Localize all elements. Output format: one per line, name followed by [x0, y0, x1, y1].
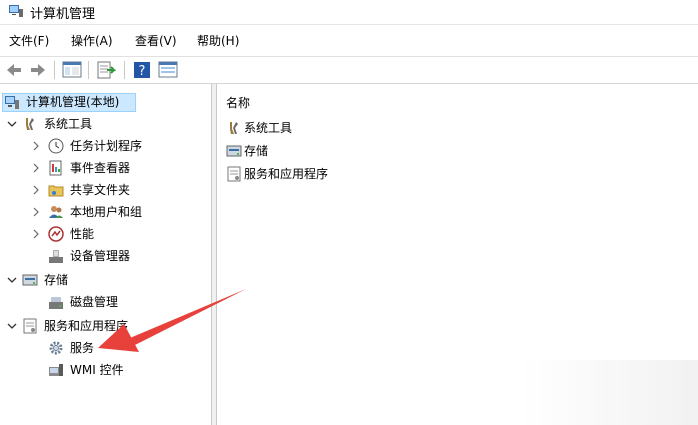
disk-icon: [49, 297, 63, 309]
tree-item-label: 系统工具: [44, 117, 93, 131]
chevron-down-icon[interactable]: [6, 316, 18, 336]
tree-item-label: 服务和应用程序: [44, 319, 129, 333]
chevron-down-icon[interactable]: [6, 114, 18, 134]
show-hide-tree-icon[interactable]: [62, 60, 82, 80]
list-item-label: 系统工具: [244, 121, 293, 135]
tree-item-local-users[interactable]: 本地用户和组: [4, 202, 204, 222]
tree-item-event-viewer[interactable]: 事件查看器: [4, 158, 204, 178]
toolbar-separator: [54, 61, 55, 79]
corner-fade: [520, 360, 698, 425]
tree-item-label: 设备管理器: [70, 249, 131, 263]
chevron-right-icon[interactable]: [30, 202, 42, 222]
shared-folder-icon: [48, 185, 64, 197]
back-icon[interactable]: [4, 60, 24, 80]
computer-management-icon: [9, 5, 23, 17]
chevron-right-icon[interactable]: [30, 224, 42, 244]
tree-item-label: 计算机管理(本地): [26, 95, 120, 109]
toolbar-separator: [124, 61, 125, 79]
tree-item-services[interactable]: 服务: [4, 338, 204, 358]
performance-icon: [48, 226, 64, 242]
clock-icon: [48, 138, 64, 154]
export-list-icon[interactable]: [96, 60, 116, 80]
tree-item-label: 本地用户和组: [70, 205, 143, 219]
tree-item-wmi-control[interactable]: WMI 控件: [4, 360, 204, 380]
tree-item-device-manager[interactable]: 设备管理器: [4, 246, 204, 266]
title-separator: [0, 24, 698, 25]
tree-item-services-and-apps[interactable]: 服务和应用程序: [4, 316, 204, 336]
menu-action[interactable]: 操作(A): [69, 32, 115, 49]
tree-item-label: 事件查看器: [70, 161, 131, 175]
toolbar-separator: [88, 61, 89, 79]
toolbar: ?: [0, 56, 698, 84]
chevron-right-icon[interactable]: [30, 180, 42, 200]
chevron-down-icon[interactable]: [6, 270, 18, 290]
chevron-right-icon[interactable]: [30, 136, 42, 156]
event-log-icon: [49, 160, 62, 176]
tree-item-root[interactable]: 计算机管理(本地): [4, 92, 204, 112]
tree-item-task-scheduler[interactable]: 任务计划程序: [4, 136, 204, 156]
computer-management-icon: [5, 96, 19, 109]
gear-icon: [49, 341, 63, 355]
menu-file[interactable]: 文件(F): [7, 32, 51, 49]
tree-item-storage[interactable]: 存储: [4, 270, 204, 290]
tree-item-system-tools[interactable]: 系统工具: [4, 114, 204, 134]
tree-item-label: 任务计划程序: [70, 139, 143, 153]
tree-item-label: 性能: [70, 227, 95, 241]
chevron-right-icon[interactable]: [30, 158, 42, 178]
storage-icon: [226, 145, 242, 157]
tree-item-label: 磁盘管理: [70, 295, 119, 309]
menu-view[interactable]: 查看(V): [133, 32, 179, 49]
device-manager-icon: [49, 250, 63, 263]
tree-item-shared-folders[interactable]: 共享文件夹: [4, 180, 204, 200]
storage-icon: [22, 274, 38, 286]
forward-icon[interactable]: [28, 60, 48, 80]
list-item-label: 存储: [244, 144, 269, 158]
name-column-header[interactable]: 名称: [226, 94, 250, 111]
title-bar: 计算机管理: [0, 0, 698, 24]
tree-item-label: 存储: [44, 273, 69, 287]
menu-bar: 文件(F) 操作(A) 查看(V) 帮助(H): [0, 32, 698, 52]
menu-help[interactable]: 帮助(H): [195, 32, 241, 49]
window-title: 计算机管理: [30, 7, 96, 22]
list-item-label: 服务和应用程序: [244, 167, 329, 181]
tree-item-disk-management[interactable]: 磁盘管理: [4, 292, 204, 312]
console-tree[interactable]: 计算机管理(本地) 系统工具 任务计划程序 事件查看器 共享文件夹 本地用户和组…: [0, 84, 212, 425]
properties-icon[interactable]: [158, 60, 178, 80]
users-icon: [49, 206, 63, 218]
help-icon[interactable]: ?: [132, 60, 152, 80]
tree-item-label: 共享文件夹: [70, 183, 131, 197]
services-apps-icon: [227, 166, 241, 182]
tree-item-label: WMI 控件: [70, 363, 124, 377]
services-apps-icon: [23, 318, 37, 334]
tools-icon: [26, 118, 34, 130]
wmi-icon: [49, 364, 63, 376]
svg-text:?: ?: [139, 64, 146, 79]
tree-item-label: 服务: [70, 341, 95, 355]
tools-icon: [230, 122, 238, 134]
tree-item-performance[interactable]: 性能: [4, 224, 204, 244]
